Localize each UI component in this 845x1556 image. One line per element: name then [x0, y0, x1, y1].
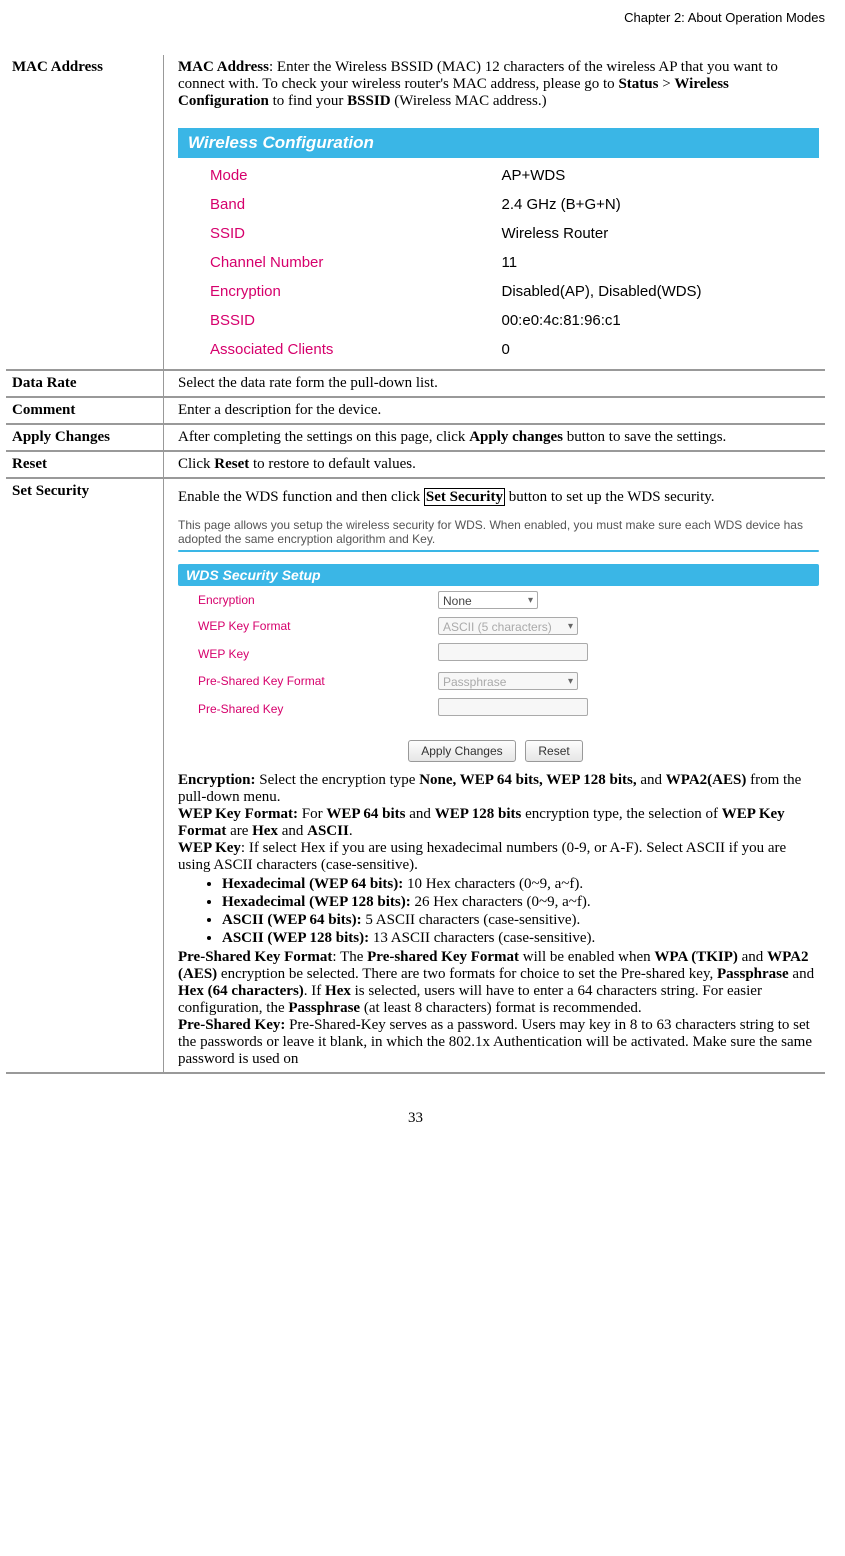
reset-button[interactable]: Reset	[525, 740, 582, 762]
row-comment-label: Comment	[6, 397, 164, 424]
wc-bssid-value: 00:e0:4c:81:96:c1	[500, 307, 818, 334]
wep-key-bullets: Hexadecimal (WEP 64 bits): 10 Hex charac…	[178, 876, 819, 947]
wc-channel-label: Channel Number	[180, 249, 498, 276]
wc-channel-value: 11	[500, 249, 818, 276]
list-item: Hexadecimal (WEP 128 bits): 26 Hex chara…	[222, 894, 819, 911]
psk-paragraph: Pre-Shared Key: Pre-Shared-Key serves as…	[178, 1017, 819, 1068]
wc-mode-value: AP+WDS	[500, 162, 818, 189]
wds-wep-key-label: WEP Key	[180, 640, 434, 667]
wc-band-label: Band	[180, 191, 498, 218]
wep-key-paragraph: WEP Key: If select Hex if you are using …	[178, 840, 819, 874]
row-set-security-label: Set Security	[6, 478, 164, 1073]
wc-band-value: 2.4 GHz (B+G+N)	[500, 191, 818, 218]
wds-psk-input	[438, 698, 588, 716]
wds-encryption-select[interactable]: None	[438, 591, 538, 609]
wireless-config-header: Wireless Configuration	[178, 128, 819, 158]
wds-encryption-label: Encryption	[180, 588, 434, 612]
row-set-security-desc: Enable the WDS function and then click S…	[164, 478, 826, 1073]
wds-intro-text: This page allows you setup the wireless …	[178, 518, 819, 546]
set-security-boxed: Set Security	[424, 488, 505, 506]
apply-changes-button[interactable]: Apply Changes	[408, 740, 515, 762]
wds-wep-format-select: ASCII (5 characters)	[438, 617, 578, 635]
wds-divider	[178, 550, 819, 552]
wc-bssid-label: BSSID	[180, 307, 498, 334]
mac-address-term: MAC Address	[178, 59, 269, 75]
wireless-config-table: ModeAP+WDS Band2.4 GHz (B+G+N) SSIDWirel…	[178, 160, 819, 365]
row-reset-label: Reset	[6, 451, 164, 478]
row-mac-address-label: MAC Address	[6, 55, 164, 370]
row-comment-desc: Enter a description for the device.	[164, 397, 826, 424]
row-apply-desc: After completing the settings on this pa…	[164, 424, 826, 451]
wc-mode-label: Mode	[180, 162, 498, 189]
wep-key-format-paragraph: WEP Key Format: For WEP 64 bits and WEP …	[178, 806, 819, 840]
psk-format-paragraph: Pre-Shared Key Format: The Pre-shared Ke…	[178, 949, 819, 1017]
wc-clients-value: 0	[500, 336, 818, 363]
list-item: Hexadecimal (WEP 64 bits): 10 Hex charac…	[222, 876, 819, 893]
wc-encryption-value: Disabled(AP), Disabled(WDS)	[500, 278, 818, 305]
wds-psk-format-select: Passphrase	[438, 672, 578, 690]
wc-ssid-label: SSID	[180, 220, 498, 247]
row-mac-address-desc: MAC Address: Enter the Wireless BSSID (M…	[164, 55, 826, 370]
running-header: Chapter 2: About Operation Modes	[6, 10, 825, 25]
page-number: 33	[6, 1110, 825, 1127]
row-data-rate-label: Data Rate	[6, 370, 164, 397]
wds-wep-key-input	[438, 643, 588, 661]
wds-security-table: Encryption None WEP Key Format ASCII (5 …	[178, 586, 819, 724]
wds-psk-label: Pre-Shared Key	[180, 695, 434, 722]
wds-wep-format-label: WEP Key Format	[180, 614, 434, 638]
wds-security-header: WDS Security Setup	[178, 564, 819, 586]
row-data-rate-desc: Select the data rate form the pull-down …	[164, 370, 826, 397]
row-reset-desc: Click Reset to restore to default values…	[164, 451, 826, 478]
row-apply-label: Apply Changes	[6, 424, 164, 451]
list-item: ASCII (WEP 128 bits): 13 ASCII character…	[222, 930, 819, 947]
list-item: ASCII (WEP 64 bits): 5 ASCII characters …	[222, 912, 819, 929]
wds-psk-format-label: Pre-Shared Key Format	[180, 669, 434, 693]
wc-ssid-value: Wireless Router	[500, 220, 818, 247]
definitions-table: MAC Address MAC Address: Enter the Wirel…	[6, 55, 825, 1074]
wc-clients-label: Associated Clients	[180, 336, 498, 363]
encryption-paragraph: Encryption: Select the encryption type N…	[178, 772, 819, 806]
wc-encryption-label: Encryption	[180, 278, 498, 305]
